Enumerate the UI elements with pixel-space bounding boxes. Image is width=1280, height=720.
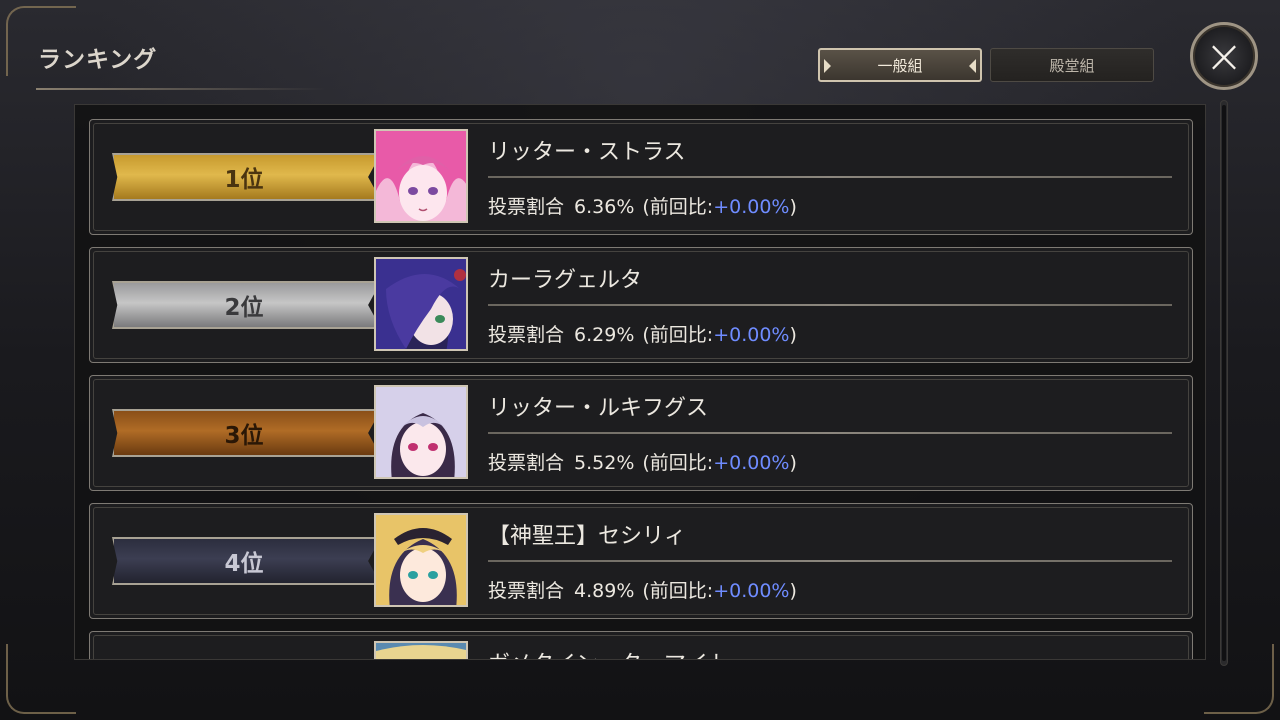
prev-label: (前回比: — [642, 452, 714, 474]
vote-label: 投票割合 — [488, 452, 565, 474]
rank-badge: 1位 — [112, 153, 376, 201]
frame-ornament-bottom-left — [6, 644, 76, 714]
prev-label: (前回比: — [642, 580, 714, 602]
vote-label: 投票割合 — [488, 196, 565, 218]
prev-close: ) — [789, 580, 797, 602]
prev-close: ) — [789, 324, 797, 346]
vote-delta: +0.00% — [713, 196, 790, 218]
prev-close: ) — [789, 452, 797, 474]
character-portrait — [374, 513, 468, 607]
character-portrait — [374, 385, 468, 479]
character-name: リッター・ストラス — [488, 140, 686, 165]
row-divider — [488, 304, 1172, 306]
rank-badge: 4位 — [112, 537, 376, 585]
vote-share: 6.29% — [574, 324, 635, 346]
vote-share: 4.89% — [574, 580, 635, 602]
tab-hall-of-fame[interactable]: 殿堂組 — [990, 48, 1154, 82]
character-portrait — [374, 641, 468, 659]
row-divider — [488, 560, 1172, 562]
vote-info: 投票割合 4.89% (前回比:+0.00%) — [488, 576, 797, 603]
character-portrait — [374, 257, 468, 351]
character-name: リッター・ルキフグス — [488, 396, 709, 421]
vote-label: 投票割合 — [488, 324, 565, 346]
character-name: ガメタイン・ターマイト — [488, 646, 730, 659]
vote-share: 5.52% — [574, 452, 635, 474]
ranking-row-5[interactable]: ガメタイン・ターマイト — [89, 631, 1193, 659]
rank-badge: 3位 — [112, 409, 376, 457]
ranking-list[interactable]: 1位 リッター・ストラス 投票割合6.36%(前回比:+0.00%) 2位 — [74, 104, 1206, 660]
scrollbar[interactable] — [1220, 100, 1228, 666]
vote-info: 投票割合 6.29% (前回比:+0.00%) — [488, 320, 797, 347]
rank-badge: 2位 — [112, 281, 376, 329]
character-name: カーラグェルタ — [488, 268, 643, 293]
character-portrait — [374, 129, 468, 223]
close-button[interactable]: × — [1190, 22, 1258, 90]
prev-close: ) — [789, 196, 797, 218]
tab-general[interactable]: 一般組 — [818, 48, 982, 82]
ranking-row-2[interactable]: 2位 カーラグェルタ 投票割合 6.29% (前回比:+0.00%) — [89, 247, 1193, 363]
close-icon: × — [1204, 29, 1244, 83]
prev-label: (前回比: — [642, 324, 714, 346]
character-name: 【神聖王】セシリィ — [488, 524, 687, 549]
ranking-row-1[interactable]: 1位 リッター・ストラス 投票割合 6.36% (前回比:+0.00%) — [89, 119, 1193, 235]
vote-info: 投票割合 6.36% (前回比:+0.00%) — [488, 192, 797, 219]
scrollbar-thumb[interactable] — [1222, 105, 1226, 661]
ranking-row-4[interactable]: 4位 【神聖王】セシリィ 投票割合 4.89% (前回比:+0.00%) — [89, 503, 1193, 619]
row-divider — [488, 176, 1172, 178]
ranking-row-3[interactable]: 3位 リッター・ルキフグス 投票割合 5.52% (前回比:+0.00%) — [89, 375, 1193, 491]
frame-ornament-bottom-right — [1204, 644, 1274, 714]
vote-delta: +0.00% — [713, 324, 790, 346]
vote-label: 投票割合 — [488, 580, 565, 602]
vote-delta: +0.00% — [713, 452, 790, 474]
title-underline — [36, 88, 326, 90]
vote-delta: +0.00% — [713, 580, 790, 602]
vote-info: 投票割合 5.52% (前回比:+0.00%) — [488, 448, 797, 475]
page-title: ランキング — [38, 47, 158, 73]
row-divider — [488, 432, 1172, 434]
prev-label: (前回比: — [642, 196, 714, 218]
vote-share: 6.36% — [574, 196, 635, 218]
